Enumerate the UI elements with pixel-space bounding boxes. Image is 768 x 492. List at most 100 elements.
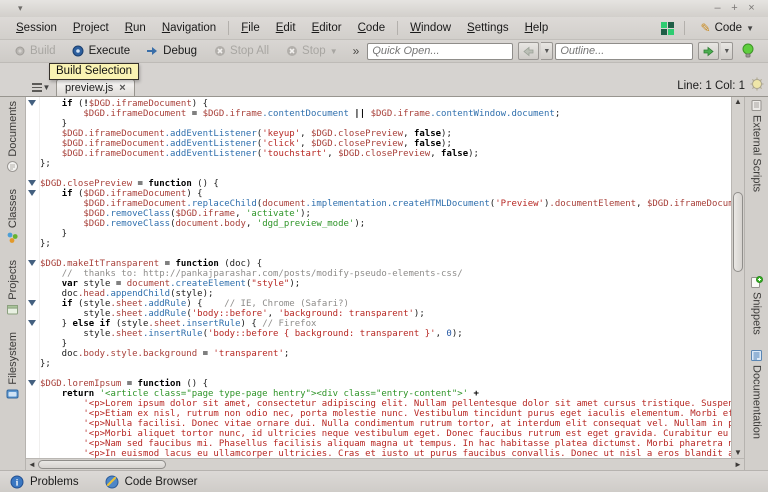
gear-icon (13, 45, 26, 58)
snippets-label: Snippets (751, 292, 763, 335)
right-dock-bar: External Scripts Snippets Documentation (744, 97, 768, 470)
area-switcher-icon[interactable] (661, 22, 674, 35)
toolview-code-browser[interactable]: Code Browser (105, 475, 198, 489)
quick-open-input[interactable] (367, 43, 513, 60)
stop-button[interactable]: Stop ▼ (278, 43, 345, 60)
stop-label: Stop (302, 45, 326, 57)
tab-label: preview.js (65, 82, 113, 94)
tab-close-icon[interactable]: × (119, 82, 125, 94)
list-icon (32, 83, 42, 92)
toolbar: Build Execute Debug Stop All Stop ▼ » ▼ … (0, 40, 768, 63)
forward-dropdown-button[interactable]: ▼ (721, 42, 733, 60)
sidebar-item-documentation[interactable]: Documentation (750, 349, 763, 439)
close-button[interactable]: × (743, 1, 760, 16)
filesystem-label: Filesystem (7, 332, 19, 385)
menu-editor[interactable]: Editor (304, 20, 350, 36)
build-label: Build (30, 45, 56, 57)
scroll-down-arrow[interactable]: ▼ (732, 448, 744, 458)
documentation-label: Documentation (751, 365, 763, 439)
execute-icon (72, 45, 85, 58)
completion-settings-icon[interactable] (750, 77, 764, 94)
titlebar-menu-arrow-icon[interactable]: ▾ (18, 3, 23, 14)
fold-marker-icon[interactable] (28, 100, 36, 106)
classes-icon (6, 231, 19, 244)
menu-help[interactable]: Help (517, 20, 557, 36)
fold-marker-icon[interactable] (28, 320, 36, 326)
arrow-left-icon (523, 46, 534, 57)
line-col-status: Line: 1 Col: 1 (677, 80, 745, 92)
stop-icon (285, 45, 298, 58)
outline-input[interactable] (555, 43, 693, 60)
external-scripts-label: External Scripts (751, 115, 763, 192)
documentation-icon (750, 349, 763, 362)
window-titlebar[interactable]: ▾ – + × (0, 0, 768, 17)
sidebar-item-projects[interactable]: Projects (6, 260, 19, 316)
menu-separator (397, 21, 398, 35)
working-set-code-button[interactable]: ✎ Code ▼ (695, 20, 760, 36)
vertical-scrollbar[interactable]: ▲ ▼ (731, 97, 744, 458)
minimize-button[interactable]: – (709, 1, 726, 16)
vertical-scroll-thumb[interactable] (733, 192, 743, 272)
execute-label: Execute (89, 45, 131, 57)
lightbulb-icon[interactable] (741, 43, 755, 59)
code-browser-icon (105, 475, 119, 489)
info-icon: i (10, 475, 24, 489)
maximize-button[interactable]: + (726, 1, 743, 16)
menu-window[interactable]: Window (402, 20, 459, 36)
scroll-up-arrow[interactable]: ▲ (732, 97, 744, 107)
menu-separator (684, 21, 685, 35)
menu-navigation[interactable]: Navigation (154, 20, 224, 36)
sidebar-item-snippets[interactable]: Snippets (750, 276, 763, 335)
menu-session[interactable]: Session (8, 20, 65, 36)
stop-all-button[interactable]: Stop All (206, 43, 276, 60)
sidebar-item-documents[interactable]: Documents (6, 101, 19, 173)
scroll-right-arrow[interactable]: ► (732, 460, 744, 469)
build-button[interactable]: Build (6, 43, 63, 60)
menu-settings[interactable]: Settings (459, 20, 517, 36)
documents-icon (6, 160, 19, 173)
back-dropdown-button[interactable]: ▼ (541, 42, 553, 60)
back-button[interactable] (518, 42, 539, 60)
bottom-toolview-bar: i Problems Code Browser (0, 470, 768, 492)
chevron-down-icon: ▼ (43, 83, 51, 92)
execute-button[interactable]: Execute (65, 43, 138, 60)
chevron-down-icon: ▼ (746, 24, 754, 33)
sidebar-item-classes[interactable]: Classes (6, 189, 19, 244)
code-browser-label: Code Browser (125, 476, 198, 488)
menu-run[interactable]: Run (117, 20, 154, 36)
fold-marker-icon[interactable] (28, 190, 36, 196)
toolbar-overflow-button[interactable]: » (347, 44, 366, 58)
projects-icon (6, 303, 19, 316)
debug-button[interactable]: Debug (139, 43, 204, 60)
code-folding-gutter[interactable] (26, 97, 40, 458)
stop-all-icon (213, 45, 226, 58)
horizontal-scrollbar[interactable]: ◄ ► (26, 458, 744, 470)
sidebar-item-filesystem[interactable]: Filesystem (6, 332, 19, 401)
tab-preview-js[interactable]: preview.js × (56, 79, 135, 96)
fold-marker-icon[interactable] (28, 300, 36, 306)
menu-code[interactable]: Code (350, 20, 394, 36)
scroll-left-arrow[interactable]: ◄ (26, 460, 38, 469)
filesystem-icon (6, 387, 19, 400)
external-scripts-icon (750, 99, 763, 112)
fold-marker-icon[interactable] (28, 380, 36, 386)
sidebar-item-external-scripts[interactable]: External Scripts (750, 99, 763, 192)
fold-marker-icon[interactable] (28, 180, 36, 186)
chevron-down-icon: ▼ (330, 47, 338, 56)
fold-marker-icon[interactable] (28, 260, 36, 266)
problems-label: Problems (30, 476, 79, 488)
snippets-icon (750, 276, 763, 289)
debug-arrow-icon (146, 45, 159, 58)
toolview-problems[interactable]: i Problems (10, 475, 79, 489)
menubar: Session Project Run Navigation File Edit… (0, 17, 768, 40)
menu-file[interactable]: File (233, 20, 268, 36)
build-selection-tooltip: Build Selection (49, 63, 139, 80)
menu-edit[interactable]: Edit (268, 20, 304, 36)
horizontal-scroll-thumb[interactable] (38, 460, 166, 469)
menu-project[interactable]: Project (65, 20, 117, 36)
pencil-icon: ✎ (701, 21, 711, 35)
code-lines[interactable]: if (!$DGD.iframeDocument) { $DGD.iframeD… (40, 97, 731, 458)
document-list-button[interactable]: ▼ (30, 79, 52, 96)
forward-button[interactable] (698, 42, 719, 60)
arrow-right-icon (703, 46, 714, 57)
